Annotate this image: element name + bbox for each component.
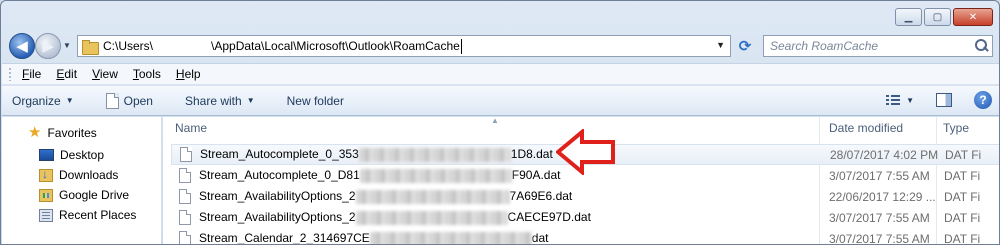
file-name: Stream_AvailabilityOptions_2 CAECE97D.dat xyxy=(199,210,591,225)
chevron-down-icon: ▼ xyxy=(246,96,255,105)
file-row[interactable]: Stream_AvailabilityOptions_2 7A69E6.dat 2… xyxy=(171,186,999,207)
file-name: Stream_Autocomplete_0_353 1D8.dat xyxy=(200,147,553,162)
nav-item-label: Desktop xyxy=(60,148,105,162)
new-folder-button[interactable]: New folder xyxy=(287,94,344,108)
folder-icon xyxy=(82,39,99,55)
close-button[interactable]: ✕ xyxy=(953,8,993,26)
nav-item-downloads[interactable]: Downloads xyxy=(39,167,119,182)
menu-bar: File Edit View Tools Help xyxy=(2,63,999,85)
navigation-row: ◀ ▶ ▼ C:\Users\ \AppData\Local\Microsoft… xyxy=(1,31,999,61)
desktop-icon xyxy=(39,149,54,161)
sort-arrow-icon: ▲ xyxy=(491,116,499,125)
favorites-node[interactable]: ★ Favorites xyxy=(28,124,97,141)
explorer-window: ▁ ▢ ✕ ◀ ▶ ▼ C:\Users\ \AppData\Local\Mic… xyxy=(0,0,1000,245)
menu-tools[interactable]: Tools xyxy=(133,67,161,81)
file-icon xyxy=(179,210,191,225)
chevron-down-icon: ▼ xyxy=(65,96,74,105)
search-icon[interactable] xyxy=(972,36,992,56)
command-bar: Organize ▼ Open Share with ▼ New folder … xyxy=(2,86,999,116)
address-path-suffix: \AppData\Local\Microsoft\Outlook\RoamCac… xyxy=(211,39,460,53)
recent-places-icon xyxy=(39,208,53,222)
new-folder-label: New folder xyxy=(286,93,344,108)
preview-pane-icon[interactable] xyxy=(936,93,952,107)
file-icon xyxy=(180,147,192,162)
file-row[interactable]: Stream_AvailabilityOptions_2 CAECE97D.dat… xyxy=(171,207,999,228)
file-name: Stream_Calendar_2_314697CE dat xyxy=(199,231,549,245)
menu-edit[interactable]: Edit xyxy=(56,67,77,81)
search-box[interactable]: Search RoamCache xyxy=(763,35,993,57)
file-date: 28/07/2017 4:02 PM xyxy=(830,147,939,162)
refresh-icon[interactable]: ⟳ xyxy=(734,35,756,57)
file-date: 22/06/2017 12:29 ... xyxy=(829,189,936,204)
file-date: 3/07/2017 7:55 AM xyxy=(829,231,930,245)
file-icon xyxy=(179,189,191,204)
nav-item-recent-places[interactable]: Recent Places xyxy=(39,208,136,222)
back-button[interactable]: ◀ xyxy=(9,33,35,59)
file-type: DAT Fi xyxy=(945,147,982,162)
help-icon[interactable]: ? xyxy=(974,91,992,109)
column-header-type[interactable]: Type xyxy=(943,117,969,139)
organize-label: Organize xyxy=(12,93,61,108)
address-bar[interactable]: C:\Users\ \AppData\Local\Microsoft\Outlo… xyxy=(77,35,731,57)
address-path-prefix: C:\Users\ xyxy=(103,39,154,53)
favorites-label: Favorites xyxy=(47,126,97,140)
nav-item-desktop[interactable]: Desktop xyxy=(39,148,104,162)
menu-view[interactable]: View xyxy=(92,67,118,81)
details-view-icon xyxy=(886,94,901,106)
nav-item-label: Downloads xyxy=(59,168,119,182)
text-caret xyxy=(460,38,462,54)
chevron-down-icon: ▼ xyxy=(906,95,914,105)
file-name: Stream_AvailabilityOptions_2 7A69E6.dat xyxy=(199,189,573,204)
change-view-button[interactable]: ▼ xyxy=(886,94,914,106)
forward-button[interactable]: ▶ xyxy=(35,33,61,59)
menu-file[interactable]: File xyxy=(22,67,41,81)
caption-buttons: ▁ ▢ ✕ xyxy=(895,8,993,26)
organize-button[interactable]: Organize ▼ xyxy=(12,94,74,108)
column-header-date-modified[interactable]: Date modified xyxy=(829,117,903,139)
recent-pages-dropdown-icon[interactable]: ▼ xyxy=(63,41,71,50)
nav-item-label: Google Drive xyxy=(59,188,130,202)
document-icon xyxy=(105,92,119,109)
file-icon xyxy=(179,231,191,244)
navigation-pane: ★ Favorites Desktop Downloads Google Dri… xyxy=(2,117,162,244)
file-icon xyxy=(179,168,191,183)
file-date: 3/07/2017 7:55 AM xyxy=(829,210,930,225)
nav-item-label: Recent Places xyxy=(59,208,137,222)
column-header-name[interactable]: Name xyxy=(175,117,207,139)
open-label: Open xyxy=(123,93,153,108)
google-drive-icon xyxy=(39,188,53,202)
maximize-button[interactable]: ▢ xyxy=(924,8,951,26)
annotation-arrow-icon xyxy=(556,129,615,175)
file-row[interactable]: Stream_Calendar_2_314697CE dat 3/07/2017 … xyxy=(171,228,999,245)
address-dropdown-icon[interactable]: ▼ xyxy=(716,40,725,50)
nav-item-google-drive[interactable]: Google Drive xyxy=(39,188,129,202)
file-name: Stream_Autocomplete_0_D81 F90A.dat xyxy=(199,168,561,183)
share-with-button[interactable]: Share with ▼ xyxy=(185,94,255,108)
search-input[interactable]: Search RoamCache xyxy=(770,39,972,53)
open-button[interactable]: Open xyxy=(105,92,153,109)
toolbar-grip xyxy=(8,67,12,81)
redacted-username xyxy=(153,40,212,52)
downloads-icon xyxy=(39,167,53,182)
menu-help[interactable]: Help xyxy=(176,67,201,81)
view-controls: ▼ ? xyxy=(886,91,992,109)
file-type: DAT Fi xyxy=(944,168,981,183)
star-icon: ★ xyxy=(28,124,42,141)
file-type: DAT Fi xyxy=(944,231,981,245)
file-date: 3/07/2017 7:55 AM xyxy=(829,168,930,183)
minimize-button[interactable]: ▁ xyxy=(895,8,922,26)
share-with-label: Share with xyxy=(184,93,242,108)
file-type: DAT Fi xyxy=(944,210,981,225)
file-type: DAT Fi xyxy=(944,189,981,204)
